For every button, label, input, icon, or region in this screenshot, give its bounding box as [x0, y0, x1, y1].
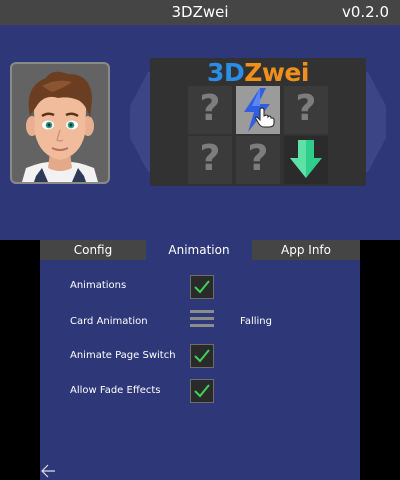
card-hidden-face: ?: [295, 88, 317, 129]
card-5[interactable]: ?: [236, 136, 280, 184]
avatar: [10, 62, 110, 184]
setting-label-animations: Animations: [70, 280, 127, 291]
tab-animation[interactable]: Animation: [146, 240, 252, 260]
bottom-screen: Config Animation App Info Animations Car…: [40, 240, 360, 480]
down-arrow-icon: [290, 140, 322, 178]
card-hidden-face: ?: [199, 88, 221, 129]
title-bar: 3DZwei v0.2.0: [0, 0, 400, 25]
card-2[interactable]: [236, 86, 280, 134]
game-logo: 3DZwei: [207, 58, 309, 87]
tab-bar: Config Animation App Info: [40, 240, 360, 260]
setting-label-card-animation: Card Animation: [70, 316, 148, 327]
avatar-portrait-icon: [22, 71, 98, 182]
checkmark-icon: [194, 349, 210, 363]
animate-page-switch-checkbox[interactable]: [190, 344, 214, 368]
card-hidden-face: ?: [199, 138, 221, 179]
card-hidden-face: ?: [247, 138, 269, 179]
card-6[interactable]: [284, 136, 328, 184]
top-screen: 3DZwei v0.2.0 3DZwei ? ? ? ?: [0, 0, 400, 240]
setting-label-animate-page-switch: Animate Page Switch: [70, 350, 176, 361]
setting-label-allow-fade-effects: Allow Fade Effects: [70, 385, 161, 396]
back-arrow-icon[interactable]: [40, 462, 58, 480]
animations-checkbox[interactable]: [190, 275, 214, 299]
card-animation-selector[interactable]: [190, 310, 214, 331]
card-board: 3DZwei ? ? ? ?: [150, 58, 366, 186]
allow-fade-effects-checkbox[interactable]: [190, 379, 214, 403]
card-animation-value: Falling: [240, 316, 272, 327]
card-4[interactable]: ?: [188, 136, 232, 184]
checkmark-icon: [194, 280, 210, 294]
card-3[interactable]: ?: [284, 86, 328, 134]
hand-cursor-icon: [255, 107, 275, 128]
tab-app-info[interactable]: App Info: [252, 240, 360, 260]
tab-config[interactable]: Config: [40, 240, 146, 260]
card-1[interactable]: ?: [188, 86, 232, 134]
version-label: v0.2.0: [341, 3, 389, 21]
app-title: 3DZwei: [171, 3, 229, 21]
checkmark-icon: [194, 384, 210, 398]
